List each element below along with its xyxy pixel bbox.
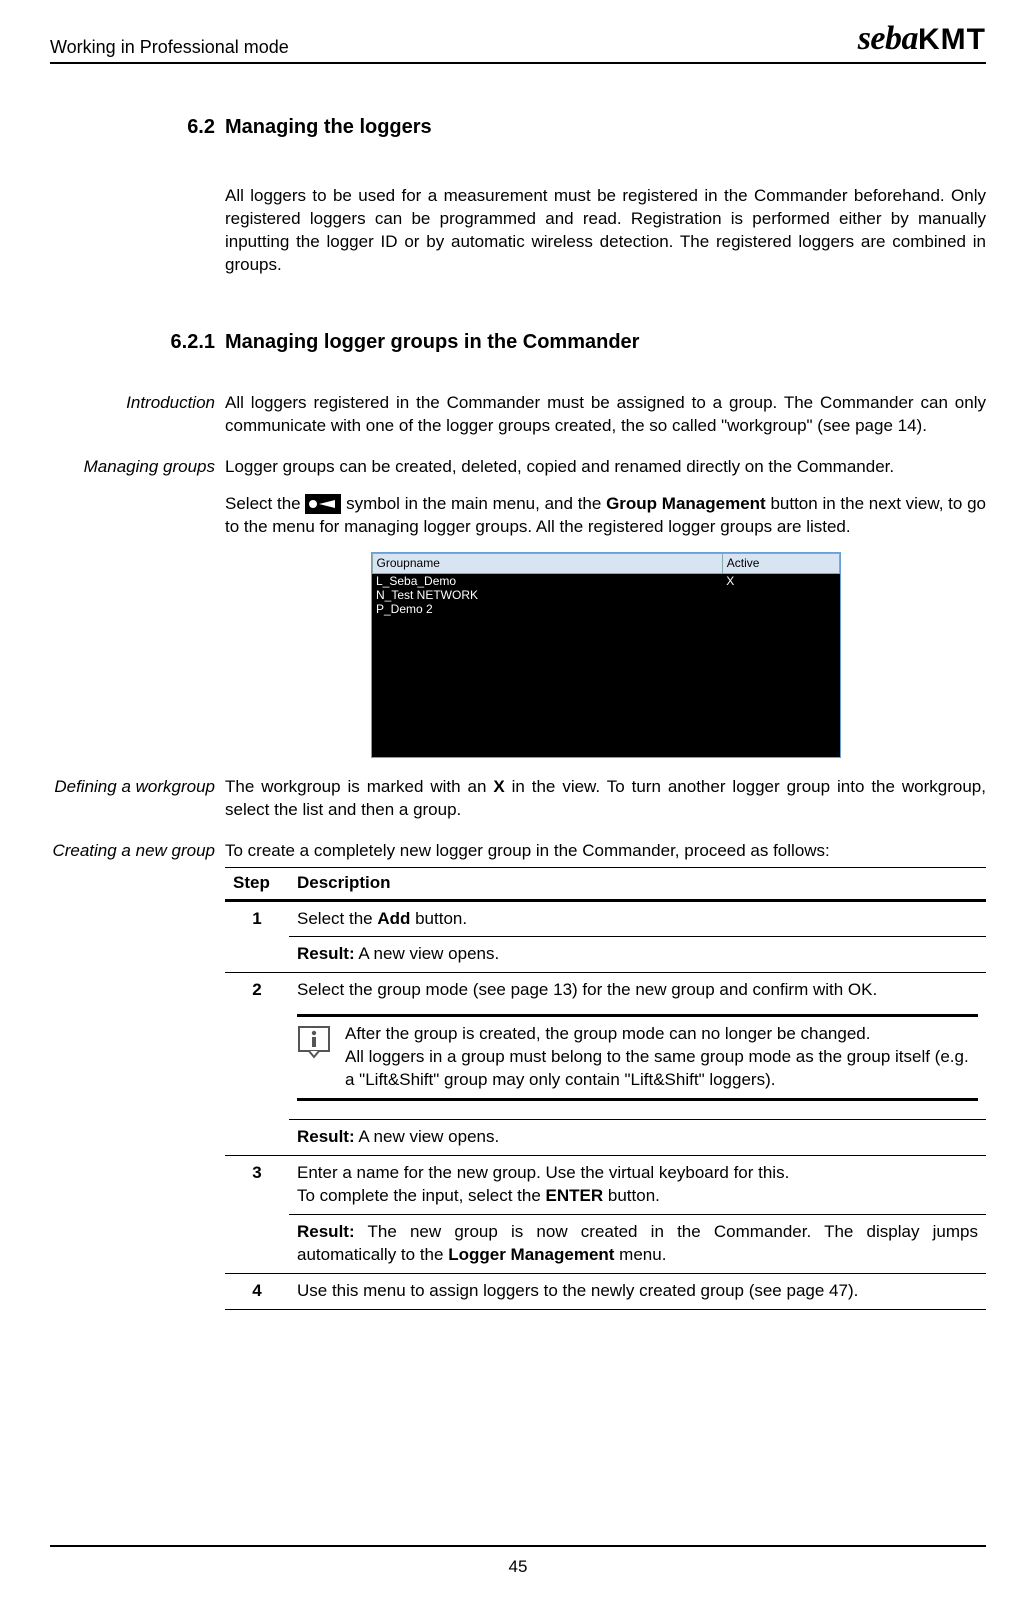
text-defining-workgroup: The workgroup is marked with an X in the… [225, 776, 986, 822]
step-4-num: 4 [225, 1273, 289, 1309]
step-2-num: 2 [225, 973, 289, 1156]
group-list-screenshot: Groupname Active L_Seba_DemoX N_Test NET… [371, 552, 841, 757]
text-introduction: All loggers registered in the Commander … [225, 392, 986, 438]
logo-kmt: KMT [918, 23, 986, 56]
page-header: Working in Professional mode sebaKMT [50, 20, 986, 64]
brand-logo: sebaKMT [858, 20, 986, 58]
table-row: L_Seba_DemoX [372, 573, 839, 588]
steps-header-step: Step [225, 867, 289, 900]
screenshot-col-groupname: Groupname [372, 554, 722, 573]
label-introduction: Introduction [50, 392, 225, 438]
section-title-6-2: Managing the loggers [225, 114, 986, 141]
section-title-6-2-1: Managing logger groups in the Commander [225, 329, 986, 356]
steps-table: Step Description 1 Select the Add button… [225, 867, 986, 1310]
logo-seba: seba [858, 20, 918, 57]
note-line-1: After the group is created, the group mo… [345, 1023, 978, 1046]
step-4-action: Use this menu to assign loggers to the n… [289, 1273, 986, 1309]
label-managing-groups: Managing groups [50, 456, 225, 758]
screenshot-col-active: Active [722, 554, 839, 573]
step-2-action: Select the group mode (see page 13) for … [289, 973, 986, 1120]
info-icon [297, 1023, 337, 1092]
step-1-num: 1 [225, 900, 289, 973]
header-chapter: Working in Professional mode [50, 37, 289, 58]
text-creating-group-intro: To create a completely new logger group … [225, 840, 986, 863]
step-1-result: Result: A new view opens. [289, 937, 986, 973]
label-creating-group: Creating a new group [50, 840, 225, 1310]
step-1-action: Select the Add button. [289, 900, 986, 937]
note-line-2: All loggers in a group must belong to th… [345, 1046, 978, 1092]
page-footer: 45 [50, 1545, 986, 1577]
table-row: N_Test NETWORK [372, 588, 839, 602]
menu-symbol-icon [305, 494, 341, 514]
page-number: 45 [509, 1557, 528, 1576]
section-6-2-intro: All loggers to be used for a measurement… [225, 185, 986, 277]
section-number-6-2: 6.2 [50, 114, 225, 167]
managing-groups-para1: Logger groups can be created, deleted, c… [225, 456, 986, 479]
step-3-num: 3 [225, 1156, 289, 1274]
info-note-box: After the group is created, the group mo… [297, 1014, 978, 1101]
step-3-action: Enter a name for the new group. Use the … [289, 1156, 986, 1215]
step-3-result: Result: The new group is now created in … [289, 1214, 986, 1273]
steps-header-desc: Description [289, 867, 986, 900]
managing-groups-para2: Select the symbol in the main menu, and … [225, 493, 986, 539]
label-defining-workgroup: Defining a workgroup [50, 776, 225, 822]
table-row: P_Demo 2 [372, 602, 839, 616]
section-number-6-2-1: 6.2.1 [50, 329, 225, 374]
step-2-result: Result: A new view opens. [289, 1120, 986, 1156]
